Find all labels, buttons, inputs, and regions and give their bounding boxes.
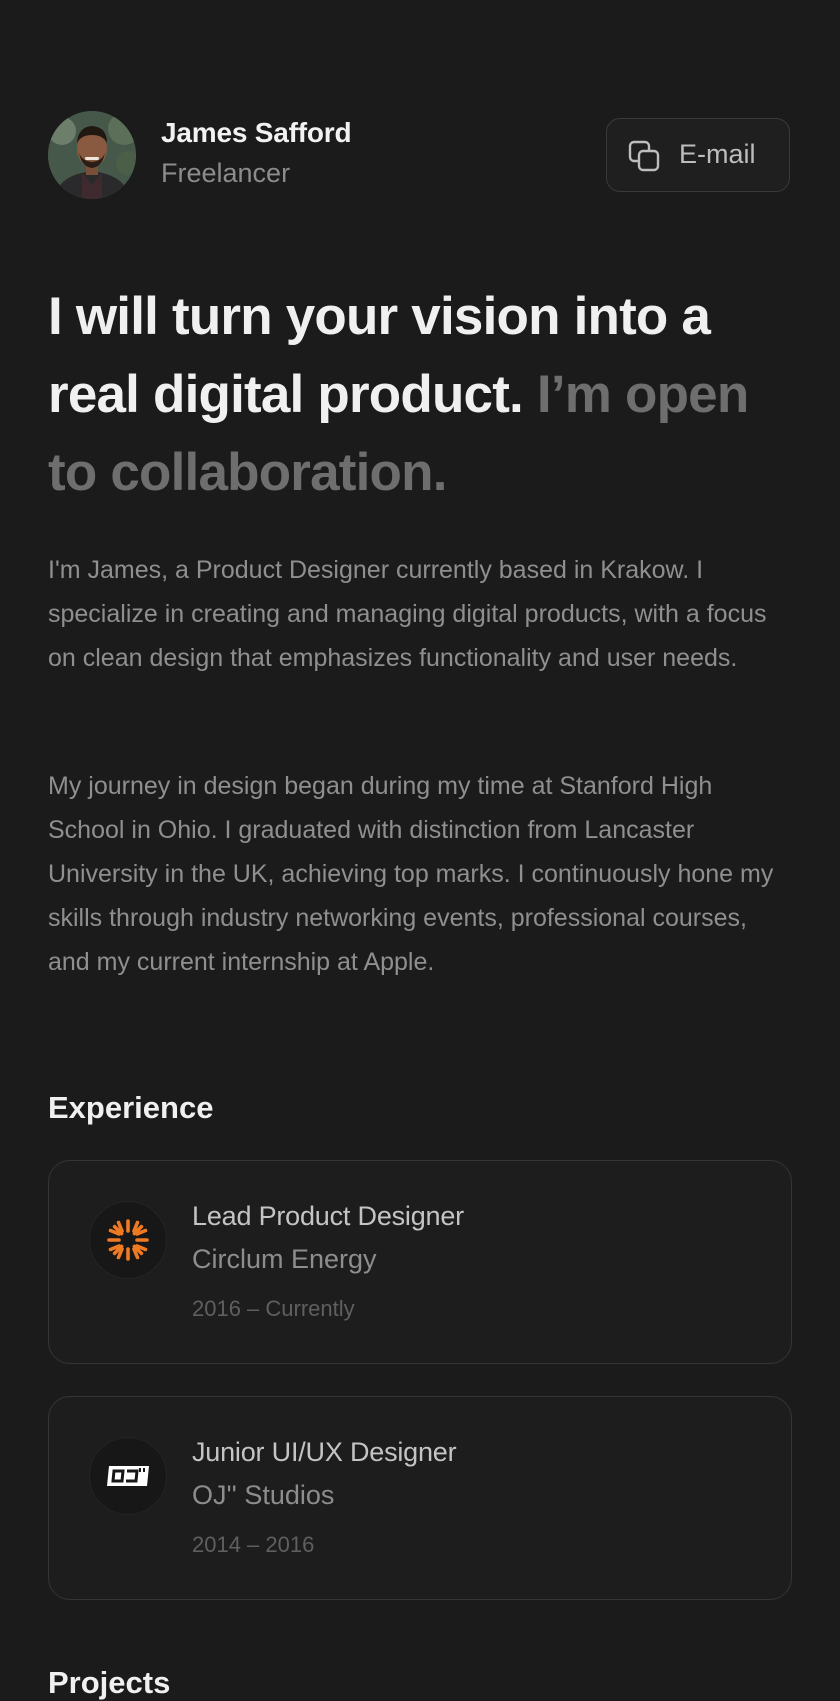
- avatar-photo: [48, 111, 136, 199]
- hero-headline: I will turn your vision into a real digi…: [48, 278, 798, 512]
- experience-card[interactable]: Lead Product Designer Circlum Energy 201…: [48, 1160, 792, 1364]
- profile-name: James Safford: [161, 117, 352, 148]
- email-button[interactable]: E-mail: [606, 118, 790, 192]
- oj-studios-logo: [89, 1437, 167, 1515]
- projects-heading: Projects: [48, 1665, 171, 1700]
- company-name: OJ'' Studios: [192, 1480, 335, 1510]
- avatar: [48, 111, 136, 199]
- circlum-energy-logo: [89, 1201, 167, 1279]
- experience-heading: Experience: [48, 1090, 214, 1125]
- job-title: Junior UI/UX Designer: [192, 1437, 457, 1467]
- oj-studios-logo-icon: [107, 1466, 149, 1486]
- profile-header: James Safford Freelancer E-mail: [48, 111, 792, 203]
- job-dates: 2014 – 2016: [192, 1532, 315, 1557]
- experience-card[interactable]: Junior UI/UX Designer OJ'' Studios 2014 …: [48, 1396, 792, 1600]
- about-paragraph-2: My journey in design began during my tim…: [48, 772, 774, 976]
- company-name: Circlum Energy: [192, 1244, 377, 1274]
- email-button-label: E-mail: [679, 139, 756, 169]
- profile-role: Freelancer: [161, 158, 291, 188]
- circlum-sun-icon: [107, 1219, 149, 1261]
- copy-icon: [628, 140, 660, 172]
- job-dates: 2016 – Currently: [192, 1296, 355, 1321]
- about-paragraph-1: I'm James, a Product Designer currently …: [48, 556, 767, 672]
- job-title: Lead Product Designer: [192, 1201, 464, 1231]
